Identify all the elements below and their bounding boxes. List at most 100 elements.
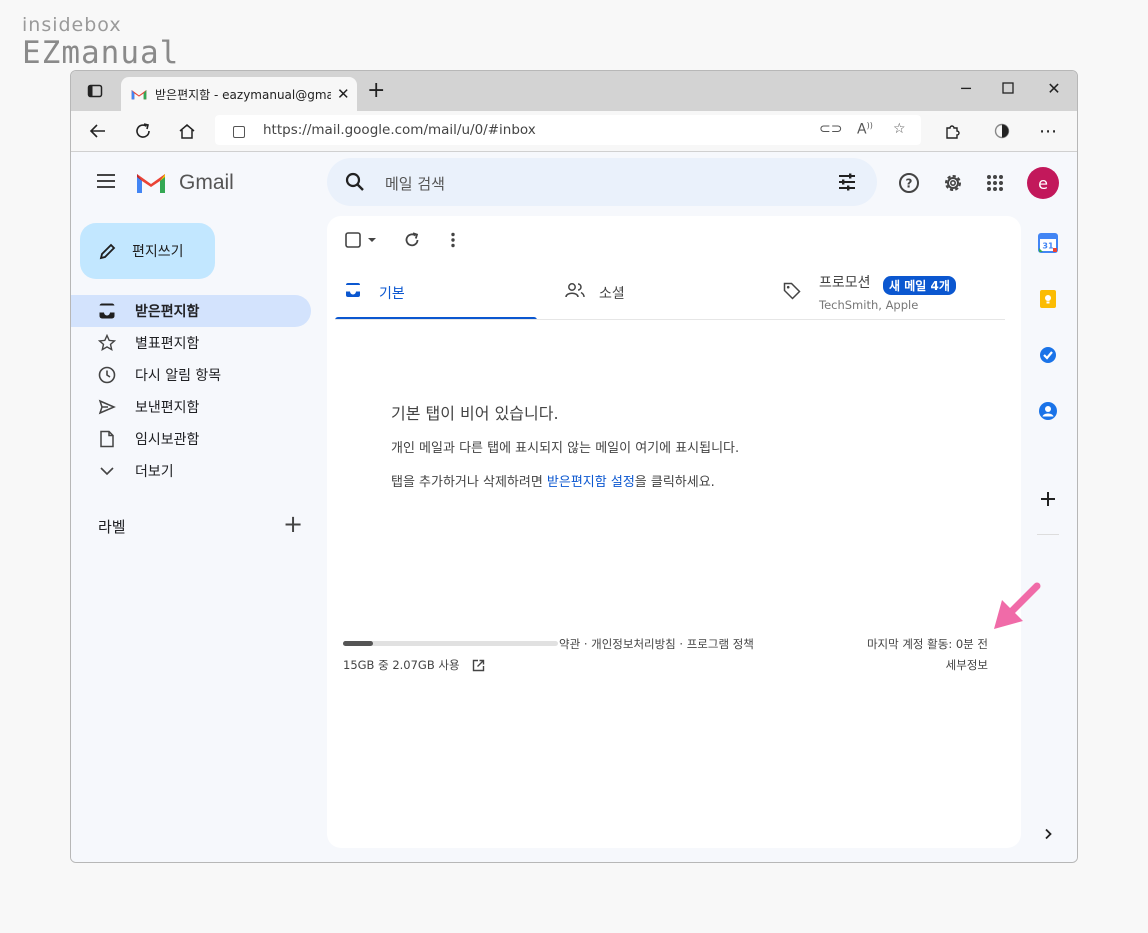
hint-text-post: 을 클릭하세요.	[634, 475, 715, 490]
draft-icon	[97, 430, 117, 448]
inbox-settings-link[interactable]: 받은편지함 설정	[547, 475, 635, 490]
storage-usage-fill	[343, 641, 373, 646]
tab-label: 소셜	[599, 286, 625, 302]
search-input[interactable]: 메일 검색	[385, 173, 445, 194]
search-icon[interactable]	[345, 172, 365, 192]
pencil-icon	[99, 243, 116, 260]
svg-text:?: ?	[906, 177, 913, 191]
tab-social[interactable]: 소셜	[557, 264, 777, 320]
sidebar-item-label: 받은편지함	[135, 304, 200, 320]
get-addons-icon[interactable]	[1037, 488, 1059, 510]
url-text: https://mail.google.com/mail/u/0/#inbox	[263, 122, 536, 138]
compose-button[interactable]: 편지쓰기	[80, 223, 215, 279]
chevron-right-icon[interactable]	[1037, 823, 1059, 845]
sidebar-item-label: 임시보관함	[135, 432, 200, 448]
inbox-tab-icon	[346, 283, 360, 297]
tab-primary[interactable]: 기본	[335, 264, 537, 320]
sidebar-item-label: 다시 알림 항목	[135, 368, 222, 384]
close-window-icon[interactable]: ✕	[1043, 79, 1065, 98]
sidebar-item-sent[interactable]: 보낸편지함	[71, 391, 311, 423]
sidebar-item-more[interactable]: 더보기	[71, 455, 311, 487]
tab-label: 기본	[379, 286, 405, 302]
sidebar-item-label: 더보기	[135, 464, 174, 480]
settings-gear-icon[interactable]	[941, 171, 965, 195]
url-field[interactable]: https://mail.google.com/mail/u/0/#inbox …	[215, 115, 921, 145]
empty-state-heading: 기본 탭이 비어 있습니다.	[391, 404, 559, 423]
calendar-icon[interactable]: 31	[1037, 232, 1059, 254]
google-apps-icon[interactable]	[983, 171, 1007, 195]
storage-usage-bar	[343, 641, 558, 646]
side-panel-divider	[1037, 534, 1059, 535]
promotions-senders: TechSmith, Apple	[819, 298, 919, 312]
tab-actions-icon[interactable]	[85, 81, 105, 101]
star-icon	[97, 334, 117, 352]
clock-icon	[97, 366, 117, 384]
add-label-icon[interactable]: +	[283, 510, 303, 538]
app-available-icon[interactable]: ⊂⊃	[819, 121, 842, 137]
empty-state-hint: 탭을 추가하거나 삭제하려면 받은편지함 설정을 클릭하세요.	[391, 471, 715, 490]
sidebar-item-drafts[interactable]: 임시보관함	[71, 423, 311, 455]
back-icon[interactable]	[87, 120, 109, 142]
details-link[interactable]: 세부정보	[946, 657, 988, 673]
help-icon[interactable]: ?	[897, 171, 921, 195]
labels-heading: 라벨	[98, 518, 126, 536]
policy-links[interactable]: 약관 · 개인정보처리방침 · 프로그램 정책	[559, 636, 754, 652]
maximize-icon[interactable]	[997, 79, 1019, 98]
chevron-down-icon	[97, 463, 117, 479]
svg-text:31: 31	[1042, 242, 1054, 251]
read-aloud-icon[interactable]: A))	[857, 121, 873, 138]
watermark-logo: insidebox EZmanual	[22, 14, 179, 70]
tag-icon	[783, 282, 801, 300]
search-options-icon[interactable]	[837, 172, 857, 192]
keep-icon[interactable]	[1037, 288, 1059, 310]
open-external-icon[interactable]	[472, 659, 485, 672]
add-favorite-icon[interactable]: ☆	[893, 121, 906, 137]
browser-window: 받은편지함 - eazymanual@gmail.com - Gmail ✕ +…	[70, 70, 1078, 863]
tasks-icon[interactable]	[1037, 344, 1059, 366]
more-menu-icon[interactable]: ⋯	[1037, 120, 1059, 142]
message-list-panel: 기본 소셜 프로모션 새 메일 4개 TechSmith, Apple 기본 탭…	[327, 216, 1021, 848]
tab-strip: 받은편지함 - eazymanual@gmail.com - Gmail ✕ +…	[71, 71, 1077, 111]
browser-tab-gmail[interactable]: 받은편지함 - eazymanual@gmail.com - Gmail ✕	[121, 77, 357, 111]
send-icon	[97, 398, 117, 416]
select-all-checkbox[interactable]	[345, 232, 377, 248]
more-options-icon[interactable]	[450, 232, 456, 248]
watermark-line2: EZmanual	[22, 35, 180, 71]
watermark-line1: insidebox	[22, 14, 122, 36]
last-activity-text: 마지막 계정 활동: 0분 전	[866, 637, 988, 651]
browser-essentials-icon[interactable]	[991, 120, 1013, 142]
storage-usage: 15GB 중 2.07GB 사용	[343, 657, 485, 673]
storage-usage-text: 15GB 중 2.07GB 사용	[343, 658, 460, 672]
people-icon	[565, 283, 585, 298]
contacts-icon[interactable]	[1037, 400, 1059, 422]
compose-label: 편지쓰기	[132, 244, 184, 260]
hint-text-pre: 탭을 추가하거나 삭제하려면	[391, 475, 547, 490]
main-menu-icon[interactable]	[97, 174, 115, 192]
tabs-divider	[335, 319, 1005, 320]
lock-icon[interactable]	[233, 126, 245, 138]
sidebar-item-label: 별표편지함	[135, 336, 200, 352]
inbox-icon	[97, 302, 117, 320]
account-avatar[interactable]: e	[1027, 167, 1059, 199]
extensions-icon[interactable]	[941, 120, 963, 142]
gmail-logo-icon[interactable]	[136, 171, 166, 194]
sidebar-item-starred[interactable]: 별표편지함	[71, 327, 311, 359]
annotation-arrow-icon	[994, 582, 1041, 629]
new-tab-icon[interactable]: +	[367, 80, 385, 102]
close-tab-icon[interactable]: ✕	[337, 85, 350, 103]
sidebar-item-snoozed[interactable]: 다시 알림 항목	[71, 359, 311, 391]
sidebar-item-inbox[interactable]: 받은편지함	[71, 295, 311, 327]
browser-tab-title: 받은편지함 - eazymanual@gmail.com - Gmail	[155, 87, 331, 102]
home-icon[interactable]	[176, 120, 198, 142]
refresh-icon[interactable]	[132, 120, 154, 142]
gmail-wordmark[interactable]: Gmail	[179, 171, 234, 195]
search-bar[interactable]: 메일 검색	[327, 158, 877, 206]
new-mail-badge: 새 메일 4개	[883, 276, 956, 295]
tab-label: 프로모션	[819, 275, 871, 291]
address-bar-row: https://mail.google.com/mail/u/0/#inbox …	[71, 111, 1077, 152]
sidebar-item-label: 보낸편지함	[135, 400, 200, 416]
refresh-mail-icon[interactable]	[404, 232, 420, 248]
gmail-favicon-icon	[131, 90, 147, 100]
minimize-icon[interactable]: ─	[955, 79, 977, 98]
gmail-app: Gmail 메일 검색 ? e 편지쓰기 받은편지함 별표편지함 다시 알림 항…	[71, 152, 1077, 862]
